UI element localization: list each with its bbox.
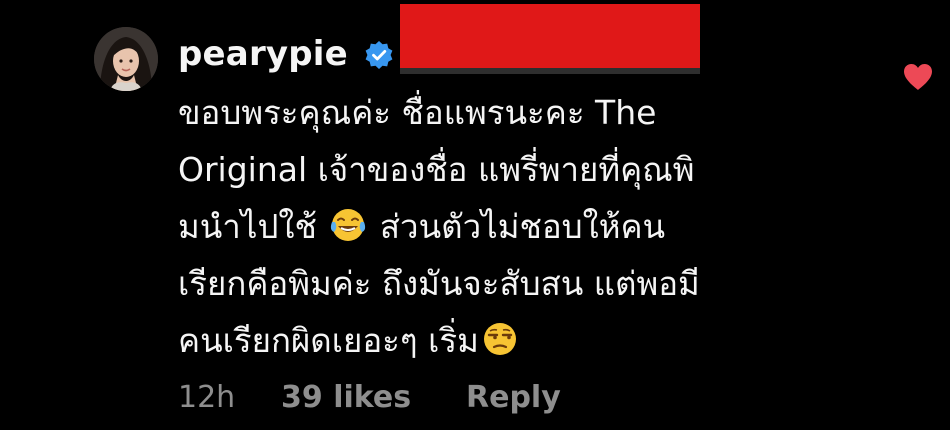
unamused-emoji <box>483 323 516 355</box>
comment-line: มนำไปใช้ ส่วนตัวไม่ชอบให้คน <box>178 198 868 255</box>
avatar[interactable] <box>94 27 158 91</box>
laughing-tears-emoji <box>331 209 366 241</box>
comment-line: คนเรียกผิดเยอะๆ เริ่ม <box>178 312 868 369</box>
comment-text: ขอบพระคุณค่ะ ชื่อแพรนะคะ The Original เจ… <box>178 84 868 369</box>
comment-line-text: ส่วนตัวไม่ชอบให้คน <box>379 207 666 246</box>
comment-meta: 12h 39 likes Reply <box>178 376 561 420</box>
reply-button[interactable]: Reply <box>466 376 561 420</box>
comment-line: Original เจ้าของชื่อ แพรี่พายที่คุณพิ <box>178 150 695 189</box>
comment-line-text: มนำไปใช้ <box>178 207 317 246</box>
comment-line: ขอบพระคุณค่ะ ชื่อแพรนะคะ The <box>178 93 657 132</box>
username[interactable]: pearypie <box>178 28 348 80</box>
comment-line: เรียกคือพิมค่ะ ถึงมันจะสับสน แต่พอมี <box>178 264 700 303</box>
comment-time: 12h <box>178 380 236 415</box>
verified-badge-icon <box>365 41 393 69</box>
heart-icon[interactable] <box>902 62 934 92</box>
redaction-block <box>400 4 700 74</box>
comment: pearypie ขอบพระคุณค่ะ ชื่อแพรนะคะ The Or… <box>0 0 950 430</box>
avatar-image <box>94 27 158 91</box>
likes-count[interactable]: 39 likes <box>281 376 466 420</box>
comment-line-text: คนเรียกผิดเยอะๆ เริ่ม <box>178 321 479 360</box>
